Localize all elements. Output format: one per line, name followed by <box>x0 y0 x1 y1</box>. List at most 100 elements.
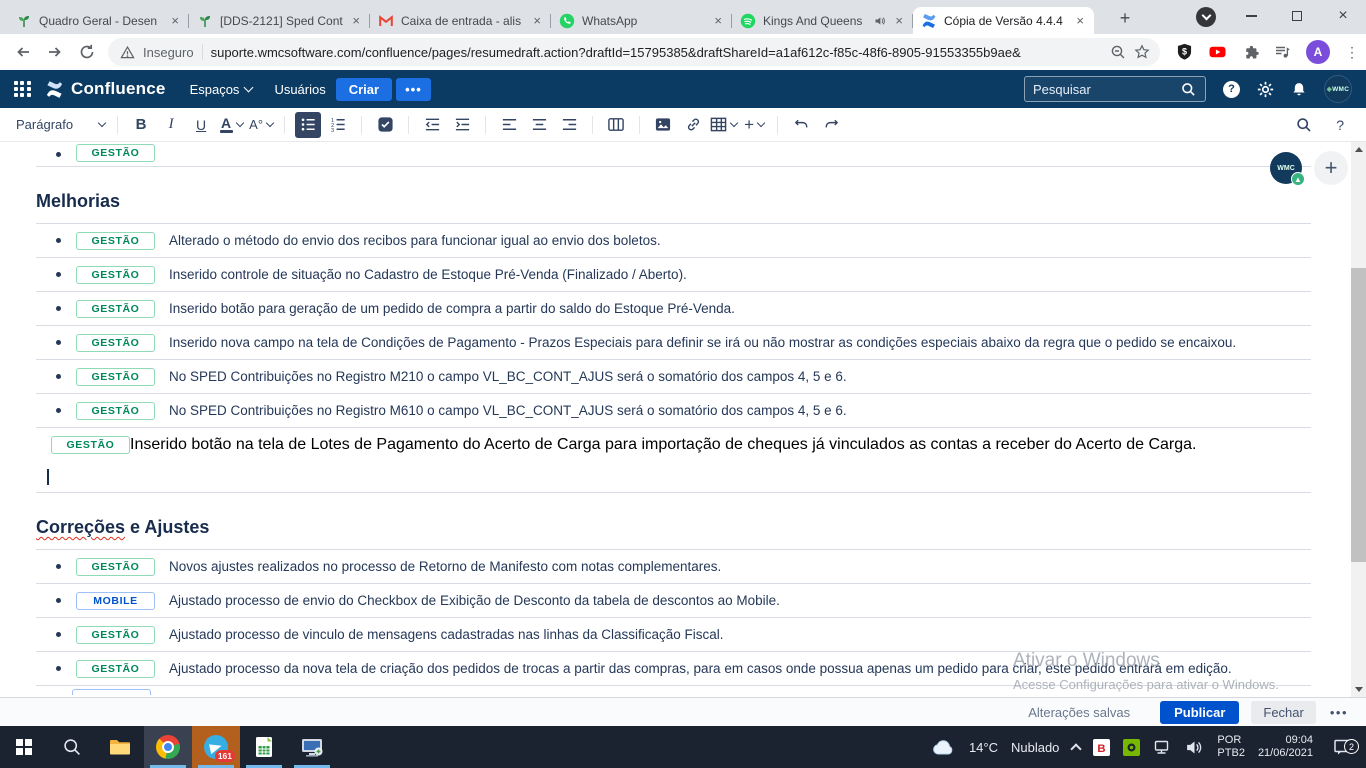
gestão-badge[interactable]: GESTÃO <box>76 558 155 576</box>
browser-tab[interactable]: [DDS-2121] Sped Cont× <box>189 7 370 34</box>
nav-users[interactable]: Usuários <box>274 82 325 97</box>
list-item[interactable]: GESTÃO Inserido botão para geração de um … <box>36 292 1311 326</box>
create-more-button[interactable]: ••• <box>396 78 431 101</box>
redo-button[interactable] <box>818 112 844 138</box>
taskbar-remote-desktop-button[interactable] <box>288 726 336 768</box>
list-item-partial[interactable]: GESTÃO <box>36 142 1311 167</box>
back-button[interactable] <box>14 43 32 61</box>
tab-close-icon[interactable]: × <box>1074 13 1086 28</box>
insert-link-button[interactable] <box>680 112 706 138</box>
add-inline-comment-button[interactable]: + <box>1314 151 1348 185</box>
bold-button[interactable]: B <box>128 112 154 138</box>
list-item[interactable]: GESTÃOInserido botão na tela de Lotes de… <box>36 428 1311 493</box>
not-secure-warning-icon[interactable] <box>120 45 135 60</box>
window-maximize-button[interactable] <box>1274 0 1320 32</box>
page-layout-button[interactable] <box>603 112 629 138</box>
footer-more-button[interactable]: ••• <box>1330 705 1348 720</box>
item-text[interactable]: Inserido botão para geração de um pedido… <box>169 301 735 316</box>
item-text[interactable]: Ajustado processo da nova tela de criaçã… <box>169 661 1232 676</box>
inline-comment-avatar[interactable]: WMC▲ <box>1270 152 1302 184</box>
nav-spaces[interactable]: Espaços <box>190 82 253 97</box>
list-item[interactable]: GESTÃO Ajustado processo da nova tela de … <box>36 652 1311 686</box>
tray-b-app-icon[interactable]: B <box>1093 739 1110 756</box>
undo-button[interactable] <box>788 112 814 138</box>
editor-help-icon[interactable]: ? <box>1336 117 1344 133</box>
search-input[interactable] <box>1033 82 1173 97</box>
weather-condition[interactable]: Nublado <box>1011 740 1059 755</box>
gestão-badge[interactable]: GESTÃO <box>76 660 155 678</box>
list-item[interactable]: GESTÃO Novos ajustes realizados no proces… <box>36 550 1311 584</box>
page-scrollbar[interactable] <box>1351 142 1366 697</box>
gestão-badge[interactable]: GESTÃO <box>76 232 155 250</box>
confluence-logo[interactable]: Confluence <box>45 79 166 99</box>
publish-button[interactable]: Publicar <box>1160 701 1239 724</box>
align-left-button[interactable] <box>496 112 522 138</box>
settings-gear-icon[interactable] <box>1257 81 1274 98</box>
language-indicator[interactable]: PORPTB2 <box>1217 734 1245 760</box>
gestão-badge[interactable]: GESTÃO <box>76 334 155 352</box>
taskbar-calc-button[interactable] <box>240 726 288 768</box>
item-text[interactable]: Ajustado processo de envio do Checkbox d… <box>169 593 780 608</box>
align-center-button[interactable] <box>526 112 552 138</box>
mobile-badge[interactable]: MOBILE <box>76 592 155 610</box>
chrome-menu-icon[interactable]: ⋮ <box>1345 44 1360 61</box>
gestão-badge[interactable]: GESTÃO <box>76 368 155 386</box>
scrollbar-thumb[interactable] <box>1351 268 1366 562</box>
forward-button[interactable] <box>46 43 64 61</box>
url-text[interactable]: suporte.wmcsoftware.com/confluence/pages… <box>211 45 1102 60</box>
scroll-down-arrow[interactable] <box>1351 682 1366 697</box>
youtube-extension-icon[interactable] <box>1208 44 1227 60</box>
browser-tab[interactable]: Cópia de Versão 4.4.4× <box>913 7 1094 34</box>
nvidia-tray-icon[interactable] <box>1123 739 1140 756</box>
text-color-dropdown[interactable]: A <box>218 112 244 138</box>
close-editor-button[interactable]: Fechar <box>1251 701 1315 724</box>
clock-indicator[interactable]: 09:0421/06/2021 <box>1258 734 1313 760</box>
editor-content[interactable]: GESTÃO Melhorias GESTÃOAlterado o método d… <box>0 142 1351 697</box>
tab-audio-icon[interactable] <box>874 15 886 27</box>
browser-tab[interactable]: Caixa de entrada - alis× <box>370 7 551 34</box>
list-item[interactable]: MOBILE Ajustado processo de envio do Chec… <box>36 584 1311 618</box>
global-search-box[interactable] <box>1024 76 1206 102</box>
numbered-list-button[interactable]: 123 <box>325 112 351 138</box>
align-right-button[interactable] <box>556 112 582 138</box>
action-center-button[interactable]: 2 <box>1326 738 1360 756</box>
security-label[interactable]: Inseguro <box>143 45 194 60</box>
gestão-badge[interactable]: GESTÃO <box>76 626 155 644</box>
reload-button[interactable] <box>78 43 96 61</box>
music-queue-extension-icon[interactable] <box>1274 44 1291 60</box>
file-explorer-button[interactable] <box>96 726 144 768</box>
list-item[interactable]: GESTÃONo SPED Contribuições no Registro … <box>36 394 1311 428</box>
window-minimize-button[interactable] <box>1228 0 1274 32</box>
browser-tab[interactable]: WhatsApp× <box>551 7 732 34</box>
task-list-button[interactable] <box>372 112 398 138</box>
honey-shield-extension-icon[interactable]: $ <box>1176 43 1193 61</box>
outdent-button[interactable] <box>419 112 445 138</box>
section-heading[interactable]: Melhorias <box>36 191 1311 212</box>
find-in-editor-icon[interactable] <box>1296 117 1312 133</box>
insert-table-dropdown[interactable] <box>710 112 737 138</box>
bookmark-star-icon[interactable] <box>1134 44 1150 60</box>
bullet-list-button[interactable] <box>295 112 321 138</box>
item-text[interactable]: No SPED Contribuições no Registro M610 o… <box>169 403 847 418</box>
gestão-badge[interactable]: GESTÃO <box>76 300 155 318</box>
list-item[interactable]: GESTÃOAlterado o método do envio dos rec… <box>36 224 1311 258</box>
item-text[interactable]: Novos ajustes realizados no processo de … <box>169 559 721 574</box>
tab-close-icon[interactable]: × <box>169 13 181 28</box>
tab-close-icon[interactable]: × <box>712 13 724 28</box>
item-text[interactable]: Inserido nova campo na tela de Condições… <box>169 335 1236 350</box>
notifications-bell-icon[interactable] <box>1291 81 1307 98</box>
start-button[interactable] <box>0 726 48 768</box>
tab-close-icon[interactable]: × <box>893 13 905 28</box>
item-text[interactable]: Inserido botão na tela de Lotes de Pagam… <box>130 436 1196 454</box>
tab-close-icon[interactable]: × <box>531 13 543 28</box>
list-item[interactable]: GESTÃOAjustado processo de vinculo de me… <box>36 618 1311 652</box>
taskbar-telegram-button[interactable]: 161 <box>192 726 240 768</box>
item-text[interactable]: No SPED Contribuições no Registro M210 o… <box>169 369 847 384</box>
item-text[interactable]: Inserido controle de situação no Cadastr… <box>169 267 687 282</box>
new-tab-button[interactable]: + <box>1112 5 1138 31</box>
help-icon[interactable]: ? <box>1223 81 1240 98</box>
weather-temp[interactable]: 14°C <box>969 740 998 755</box>
tab-search-button[interactable] <box>1196 7 1216 27</box>
list-item[interactable]: GESTÃO Inserido nova campo na tela de Con… <box>36 326 1311 360</box>
paragraph-style-dropdown[interactable]: Parágrafo <box>16 117 105 132</box>
